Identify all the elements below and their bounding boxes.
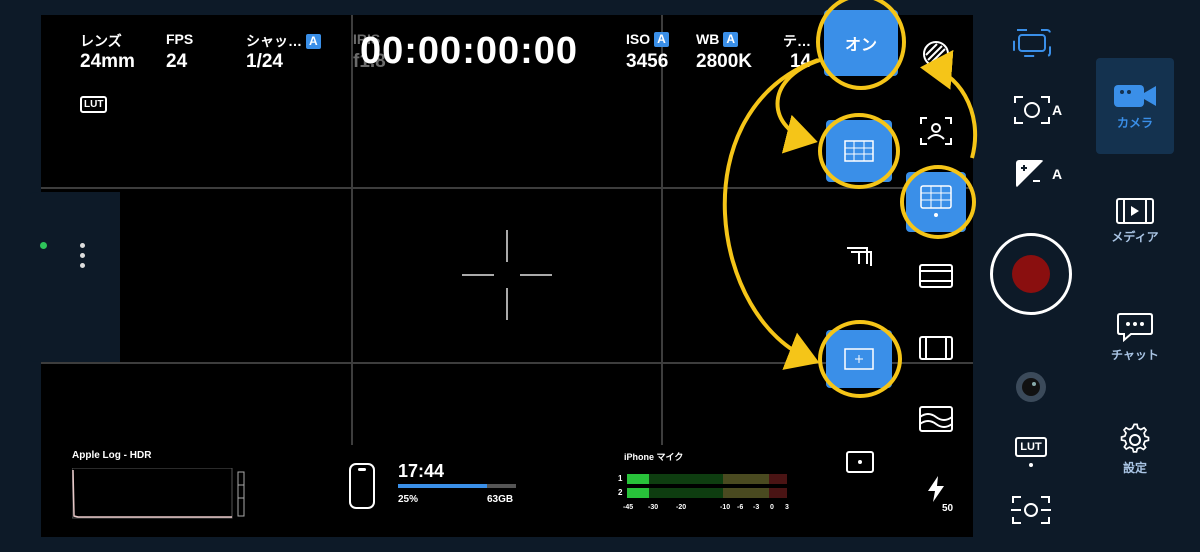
shutter-label-text: シャッ… <box>246 33 302 49</box>
video-camera-icon <box>1114 84 1156 107</box>
af-mode: A <box>1052 102 1063 118</box>
exposure-icon <box>1016 160 1044 188</box>
center-dot-icon <box>846 451 874 473</box>
false-color-button[interactable] <box>918 404 954 434</box>
switch-camera-icon <box>1011 496 1051 524</box>
grid-line-v1 <box>351 15 353 445</box>
mic-scale-tick: 3 <box>785 504 789 511</box>
annotation-arrows <box>722 49 978 370</box>
focus-crosshair-center <box>494 262 520 288</box>
lut-button[interactable]: LUT <box>1013 436 1049 468</box>
mic-scale-tick: -20 <box>676 504 687 511</box>
fullscreen-button[interactable] <box>1012 28 1052 58</box>
false-color-icon <box>919 406 953 432</box>
shutter-value[interactable]: 1/24 <box>246 51 283 73</box>
gear-icon <box>1120 423 1150 453</box>
lens-value[interactable]: 24mm <box>80 51 135 73</box>
storage-text: 63GB <box>487 494 514 505</box>
nav-media-label: メディア <box>1111 230 1159 244</box>
iso-label: ISO A <box>626 31 669 47</box>
battery-text: 25% <box>398 494 419 505</box>
exposure-mode: A <box>1052 166 1063 182</box>
mic-scale: -45 -30 -20 -10 -6 -3 0 3 <box>620 504 795 516</box>
autofocus-button[interactable] <box>1012 94 1052 126</box>
nav-camera[interactable]: カメラ <box>1096 58 1174 154</box>
clock: 17:44 <box>398 461 445 481</box>
status-dot <box>40 242 47 249</box>
lightning-icon <box>928 476 944 502</box>
shutter-auto-badge: A <box>306 34 321 49</box>
fps-label: FPS <box>166 31 194 47</box>
nav-settings-label: 設定 <box>1122 461 1147 475</box>
nav-chat[interactable]: チャット <box>1096 312 1174 363</box>
fps-value[interactable]: 24 <box>166 51 187 73</box>
mic-scale-tick: -30 <box>648 504 659 511</box>
iso-auto-badge: A <box>654 32 669 47</box>
mic-title: iPhone マイク <box>624 452 684 462</box>
histogram <box>72 468 245 519</box>
iso-value[interactable]: 3456 <box>626 51 668 73</box>
grid-line-v2 <box>661 15 663 445</box>
iso-label-text: ISO <box>626 31 651 47</box>
mic-scale-tick: -6 <box>737 504 744 511</box>
mic-scale-tick: -10 <box>720 504 731 511</box>
lens-icon <box>1016 372 1046 402</box>
camera-lens-button[interactable] <box>1014 370 1048 404</box>
shutter-label: シャッ… A <box>246 31 321 51</box>
mic-scale-tick: -3 <box>753 504 760 511</box>
audio-meter <box>627 474 787 498</box>
mic-scale-tick: 0 <box>770 504 774 511</box>
record-indicator <box>1012 255 1050 293</box>
grid-dot-button[interactable] <box>844 448 876 476</box>
mic-scale-tick: -45 <box>623 504 634 511</box>
mic-channel-1: 1 <box>618 474 623 483</box>
lens-label: レンズ <box>80 33 122 49</box>
side-handle <box>20 192 120 362</box>
lightning-button[interactable] <box>924 474 948 504</box>
lut-active-dot <box>1029 463 1033 467</box>
focus-icon <box>1014 96 1050 124</box>
more-menu-icon[interactable] <box>76 243 88 275</box>
storage-bar-fill <box>398 484 487 488</box>
switch-camera-button[interactable] <box>1010 492 1052 528</box>
nav-media[interactable]: メディア <box>1096 198 1174 245</box>
lut-status-badge: LUT <box>80 96 108 113</box>
exposure-button[interactable] <box>1014 158 1046 190</box>
timecode: 00:00:00:00 <box>360 30 579 72</box>
mic-channel-2: 2 <box>618 488 623 497</box>
nav-settings[interactable]: 設定 <box>1096 423 1174 476</box>
nav-camera-label: カメラ <box>1116 115 1153 130</box>
phone-storage-icon <box>349 463 375 509</box>
nav-chat-label: チャット <box>1111 348 1159 362</box>
fullscreen-icon <box>1013 29 1051 57</box>
lut-button-label: LUT <box>1015 437 1047 457</box>
media-icon <box>1116 198 1154 224</box>
zebra-value: 50 <box>942 503 954 514</box>
chat-icon <box>1117 313 1153 342</box>
codec-label: Apple Log - HDR <box>72 450 152 461</box>
storage-bar <box>398 484 516 488</box>
